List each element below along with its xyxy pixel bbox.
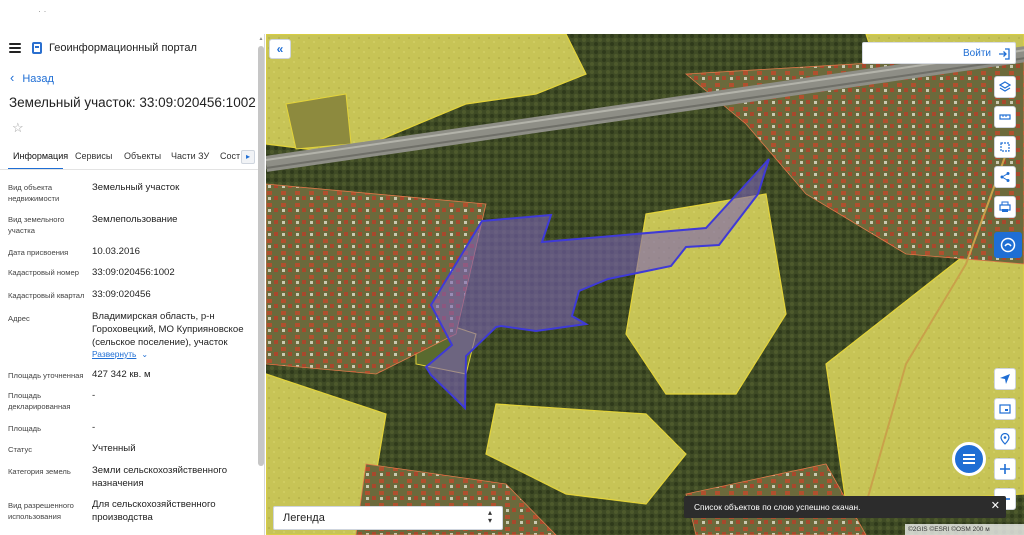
- panel-header: Геоинформационный портал: [0, 34, 264, 64]
- chevron-down-icon: ⌄: [141, 350, 149, 359]
- back-label: Назад: [22, 73, 54, 85]
- screen-button[interactable]: [994, 398, 1016, 420]
- field-label: Категория земель: [8, 467, 71, 476]
- field-value: Землепользование: [92, 214, 178, 225]
- tab-composition[interactable]: Сост: [220, 151, 240, 161]
- field-label: Вид земельного участка: [8, 215, 65, 235]
- page-title: Земельный участок: 33:09:020456:1002: [9, 95, 256, 110]
- expand-label: Развернуть: [92, 349, 137, 359]
- field-label: Вид разрешенного использования: [8, 501, 74, 521]
- tab-parts[interactable]: Части ЗУ: [171, 151, 209, 161]
- chevron-left-icon: ‹: [10, 70, 15, 85]
- field-label: Кадастровый квартал: [8, 291, 85, 300]
- collapse-panel-button[interactable]: «: [269, 39, 291, 59]
- field-label: Адрес: [8, 314, 30, 323]
- zoom-in-icon: [1000, 464, 1010, 474]
- star-icon[interactable]: ☆: [12, 120, 24, 136]
- toast-message: Список объектов по слою успешно скачан.: [694, 502, 861, 512]
- select-area-icon: [1000, 142, 1010, 152]
- field-label: Площадь декларированная: [8, 391, 71, 411]
- assistant-button[interactable]: [994, 232, 1022, 258]
- field-value: 427 342 кв. м: [92, 369, 151, 380]
- tab-information[interactable]: Информация: [13, 151, 68, 161]
- pin-icon: [1000, 433, 1010, 445]
- field-label: Вид объекта недвижимости: [8, 183, 60, 203]
- info-panel: Геоинформационный портал ‹ Назад Земельны…: [0, 34, 265, 535]
- field-label: Площадь уточненная: [8, 371, 84, 380]
- double-chevron-left-icon: «: [276, 42, 284, 56]
- field-label: Статус: [8, 445, 33, 454]
- assistant-icon: [1000, 237, 1016, 253]
- field-value: 10.03.2016: [92, 246, 141, 257]
- toast-notification: Список объектов по слою успешно скачан. …: [684, 496, 1006, 518]
- top-dots: · ·: [38, 6, 47, 16]
- field-value: Земельный участок: [92, 182, 180, 193]
- field-value: -: [92, 390, 96, 401]
- tab-services[interactable]: Сервисы: [75, 151, 112, 161]
- tab-objects[interactable]: Объекты: [124, 151, 161, 161]
- close-icon[interactable]: ✕: [991, 499, 1000, 512]
- share-icon: [1000, 172, 1010, 182]
- tabs-scroll-right-button[interactable]: ▸: [241, 150, 255, 164]
- status-value: Учтенный: [92, 443, 136, 454]
- locate-button[interactable]: [994, 368, 1016, 390]
- login-label[interactable]: Войти: [963, 48, 991, 59]
- screen-icon: [999, 404, 1011, 414]
- layers-icon: [999, 81, 1011, 92]
- login-icon[interactable]: [998, 48, 1010, 60]
- expand-address-link[interactable]: Развернуть ⌄: [92, 349, 148, 359]
- scroll-up-arrow[interactable]: ▲: [258, 36, 264, 44]
- map-imagery: [266, 34, 1024, 535]
- field-value: 33:09:020456:1002: [92, 267, 175, 278]
- portal-title: Геоинформационный портал: [49, 42, 197, 54]
- field-value: 33:09:020456: [92, 289, 151, 300]
- select-arrows-icon: ▴ ▾: [487, 508, 492, 525]
- back-link[interactable]: ‹ Назад: [10, 70, 54, 86]
- layers-button[interactable]: [994, 76, 1016, 98]
- portal-logo-icon: [32, 42, 42, 54]
- active-tab-indicator: [8, 168, 63, 169]
- field-value: -: [92, 422, 96, 433]
- print-button[interactable]: [994, 196, 1016, 218]
- ruler-icon: [999, 114, 1011, 120]
- share-button[interactable]: [994, 166, 1016, 188]
- select-area-button[interactable]: [994, 136, 1016, 158]
- tab-bar: Информация Сервисы Объекты Части ЗУ Сост: [0, 148, 258, 170]
- legend-select[interactable]: Легенда ▴ ▾: [273, 506, 503, 530]
- login-bar[interactable]: Войти: [862, 42, 1016, 64]
- field-value: Земли сельскохозяйственного назначения: [92, 465, 228, 489]
- chat-button[interactable]: [952, 442, 986, 476]
- menu-icon[interactable]: [9, 43, 21, 53]
- field-value: Для сельскохозяйственного производства: [92, 499, 216, 523]
- print-icon: [999, 201, 1011, 212]
- chevron-right-icon: ▸: [245, 152, 250, 161]
- field-label: Площадь: [8, 424, 42, 433]
- legend-label: Легенда: [283, 512, 325, 524]
- chat-icon: [963, 454, 975, 456]
- pin-button[interactable]: [994, 428, 1016, 450]
- locate-icon: [1000, 374, 1010, 384]
- zoom-in-button[interactable]: [994, 458, 1016, 480]
- measure-button[interactable]: [994, 106, 1016, 128]
- satellite-map[interactable]: [266, 34, 1024, 535]
- field-label: Кадастровый номер: [8, 268, 79, 277]
- address-value: Владимирская область, р-н Гороховецкий, …: [92, 311, 244, 348]
- panel-scrollbar[interactable]: [258, 46, 264, 466]
- map-attribution: ©2GIS ©ESRI ©OSM 200 м: [905, 524, 1024, 535]
- field-label: Дата присвоения: [8, 248, 69, 257]
- browser-top-strip: · ·: [0, 0, 1024, 34]
